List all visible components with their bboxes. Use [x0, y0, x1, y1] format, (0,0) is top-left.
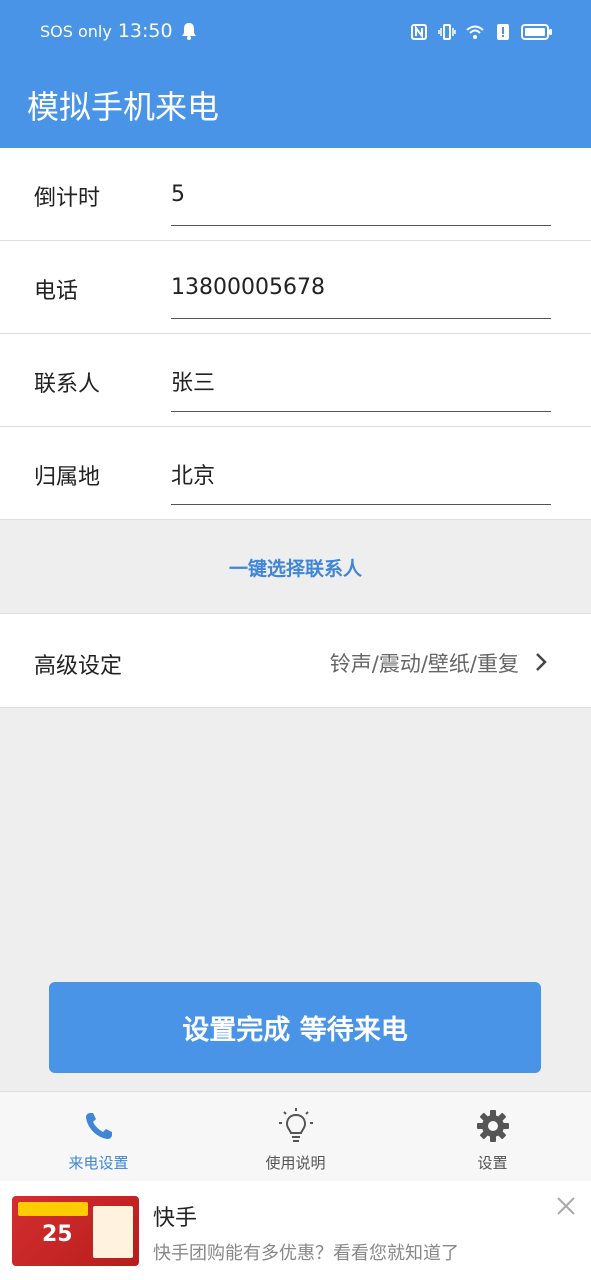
tab-settings-label: 设置 — [477, 1154, 508, 1172]
tab-instructions-label: 使用说明 — [265, 1154, 326, 1172]
pick-contact-button[interactable]: 一键选择联系人 — [0, 521, 591, 614]
tab-instructions[interactable]: 使用说明 — [197, 1092, 394, 1182]
bottom-tab-bar: 来电设置 使用说明 设置 — [0, 1091, 591, 1181]
phone-label: 电话 — [34, 279, 79, 304]
vibrate-icon — [438, 24, 456, 40]
nfc-icon — [411, 24, 427, 40]
countdown-label: 倒计时 — [34, 186, 101, 211]
ad-banner[interactable]: 25 快手 快手团购能有多优惠？看看您就知道了 — [0, 1181, 591, 1280]
status-bar: SOS only 13:50 — [0, 0, 591, 66]
countdown-row: 倒计时 — [0, 148, 591, 241]
pick-contact-label: 一键选择联系人 — [228, 557, 362, 580]
call-form: 倒计时 电话 联系人 归属地 — [0, 148, 591, 520]
app-bar: 模拟手机来电 — [0, 66, 591, 148]
advanced-settings-row[interactable]: 高级设定 铃声/震动/壁纸/重复 — [0, 614, 591, 708]
start-call-label: 设置完成 等待来电 — [182, 1015, 408, 1046]
ad-title: 快手 — [153, 1206, 198, 1231]
carrier-text: SOS only — [40, 21, 112, 41]
location-row: 归属地 — [0, 427, 591, 520]
ad-thumb-text: 25 — [42, 1222, 73, 1247]
tab-call-settings[interactable]: 来电设置 — [0, 1092, 197, 1182]
clock: 13:50 — [117, 20, 173, 42]
countdown-input[interactable] — [171, 178, 551, 226]
battery-icon — [521, 24, 552, 40]
wifi-icon — [466, 25, 484, 39]
location-input[interactable] — [171, 457, 551, 505]
lightbulb-icon — [278, 1108, 313, 1142]
start-call-button[interactable]: 设置完成 等待来电 — [49, 982, 541, 1073]
gear-icon — [476, 1110, 509, 1142]
tab-call-settings-label: 来电设置 — [68, 1154, 129, 1172]
chevron-right-icon — [536, 653, 547, 671]
phone-icon — [85, 1113, 112, 1139]
ad-description: 快手团购能有多优惠？看看您就知道了 — [153, 1243, 459, 1264]
phone-input[interactable] — [171, 271, 551, 319]
advanced-label: 高级设定 — [34, 654, 123, 679]
contact-row: 联系人 — [0, 334, 591, 427]
ad-thumbnail: 25 — [12, 1196, 139, 1266]
advanced-value: 铃声/震动/壁纸/重复 — [329, 652, 519, 676]
tab-settings[interactable]: 设置 — [394, 1092, 591, 1182]
page-title: 模拟手机来电 — [27, 88, 220, 126]
contact-label: 联系人 — [34, 372, 101, 397]
phone-row: 电话 — [0, 241, 591, 334]
bell-icon — [181, 23, 196, 40]
contact-input[interactable] — [171, 364, 551, 412]
close-icon[interactable] — [555, 1195, 577, 1217]
location-label: 归属地 — [34, 465, 101, 490]
alert-icon — [497, 24, 509, 40]
